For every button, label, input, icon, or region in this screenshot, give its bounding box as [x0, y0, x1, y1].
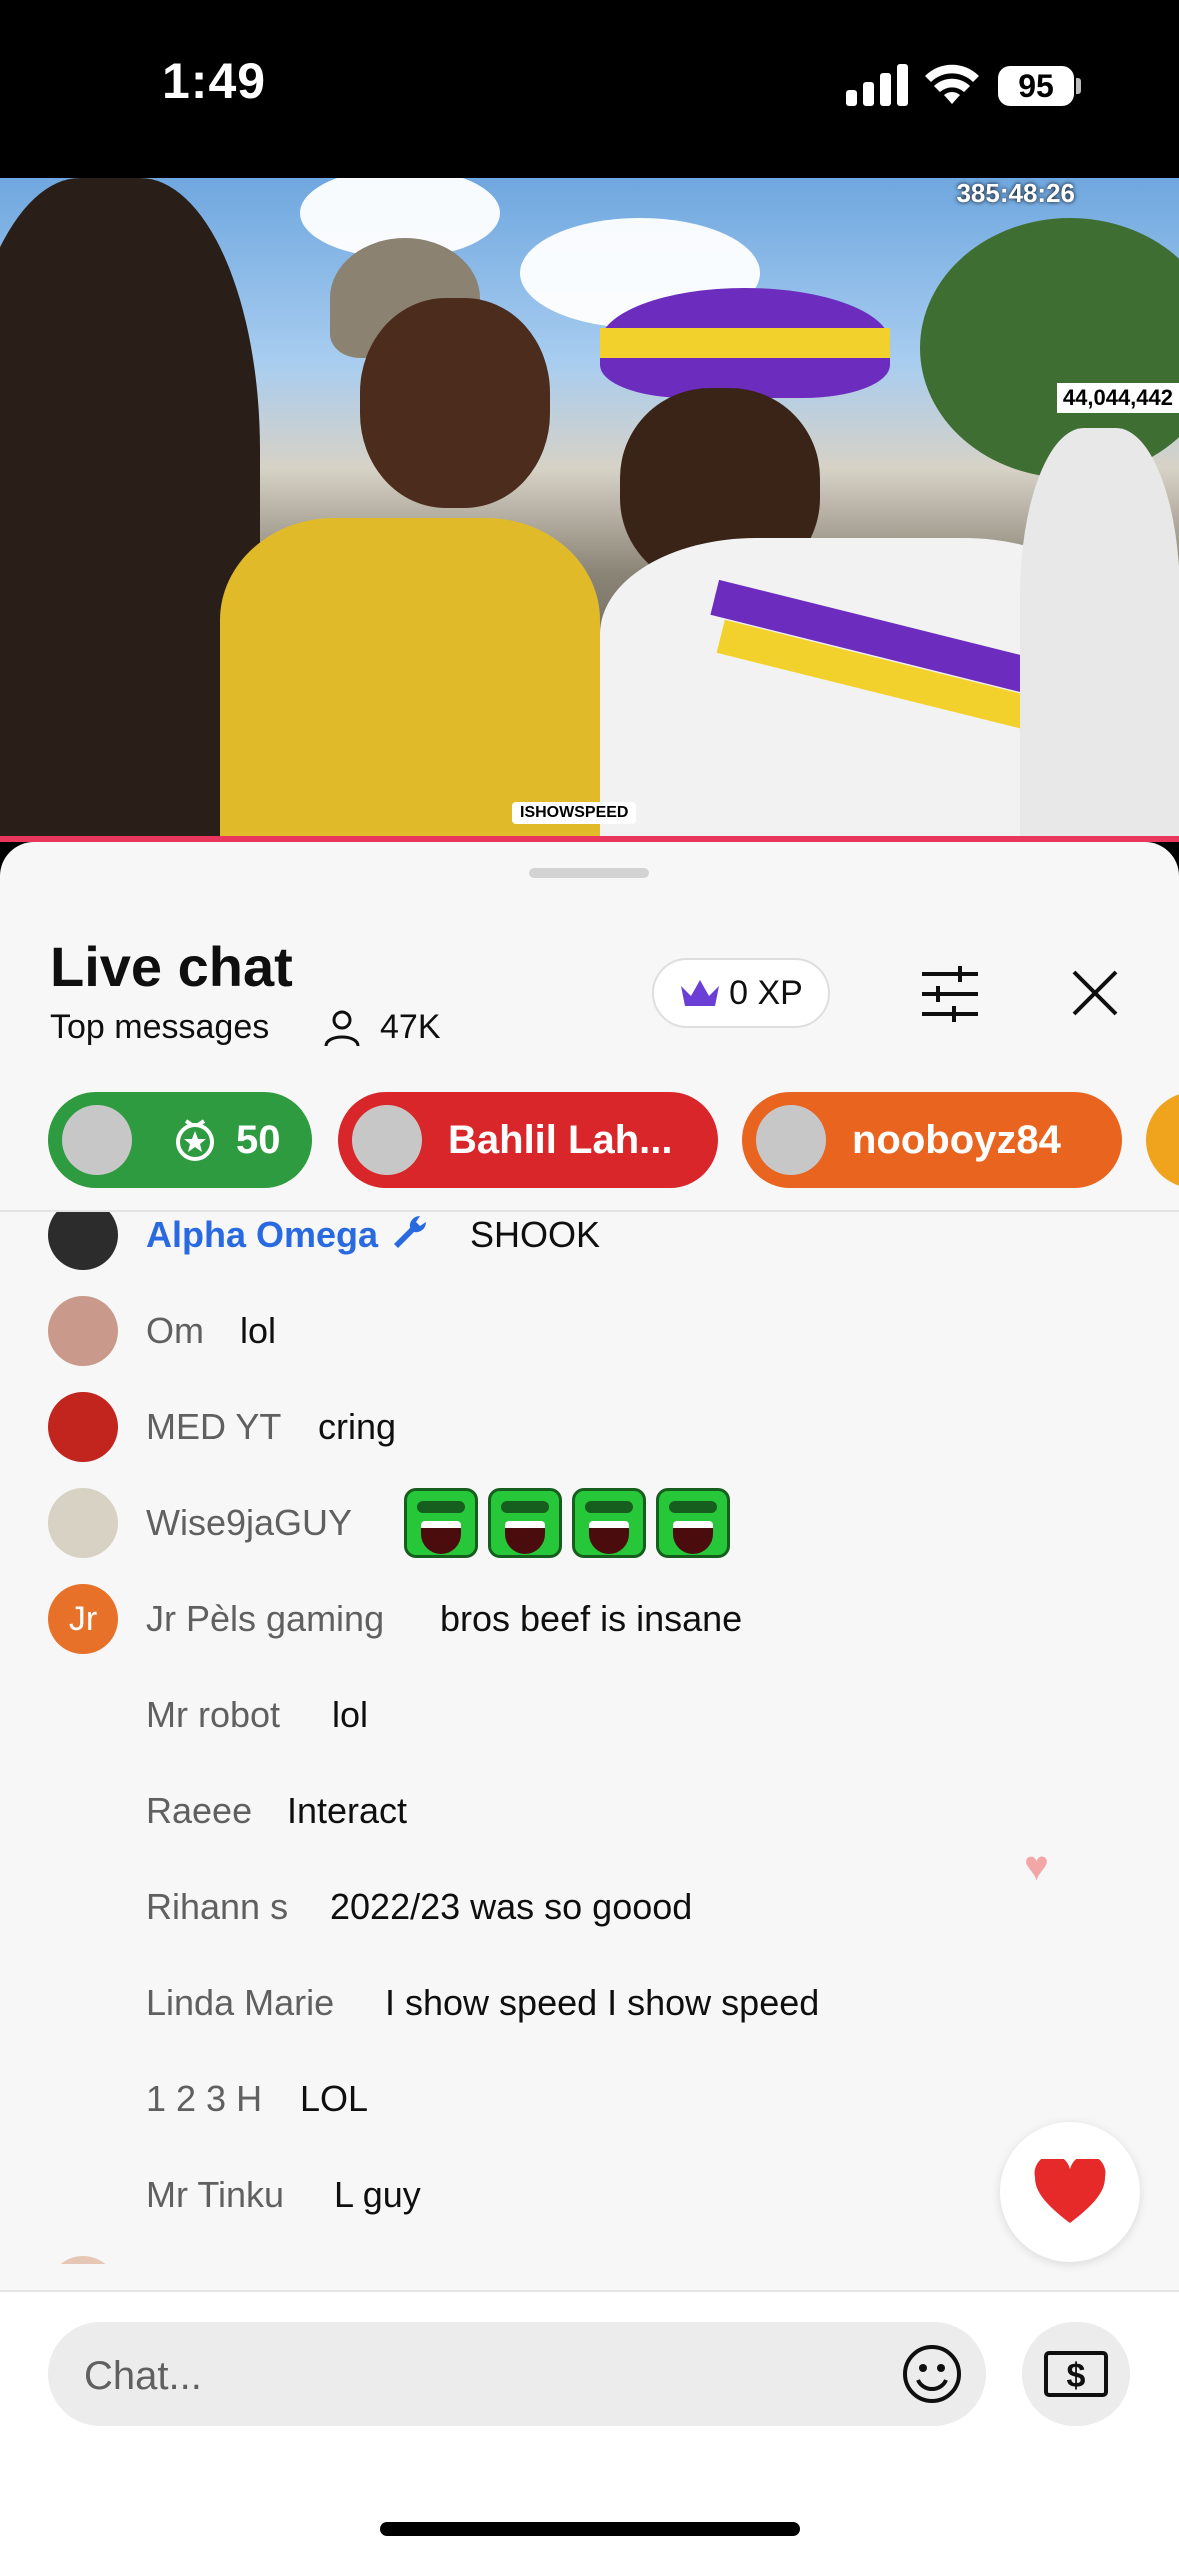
chat-title: Live chat [50, 935, 293, 998]
home-indicator [380, 2522, 800, 2536]
dollar-icon: $ [1044, 2351, 1108, 2397]
live-chat-sheet: Live chat Top messages 47K 0 XP 50 Bahli… [0, 842, 1179, 2556]
yellow-shirt [220, 518, 600, 838]
avatar [48, 2256, 118, 2264]
message-author[interactable]: Raeee [146, 1790, 252, 1832]
avatar [62, 1105, 132, 1175]
battery-tip [1076, 78, 1081, 94]
cellular-signal-icon [846, 64, 908, 106]
pinned-chip-1[interactable]: 50 [48, 1092, 312, 1188]
chat-message: Rihann s 2022/23 was so goood [0, 1854, 1179, 1950]
message-text: L guy [334, 2174, 421, 2215]
avatar [756, 1105, 826, 1175]
person-right [1020, 428, 1179, 838]
avatar [352, 1105, 422, 1175]
avatar [48, 1212, 118, 1270]
pinned-chip-2[interactable]: Bahlil Lah... [338, 1092, 718, 1188]
chat-input-bar: Chat... $ [0, 2290, 1179, 2556]
message-author[interactable]: Rihann s [146, 1886, 288, 1928]
chat-input-placeholder: Chat... [84, 2354, 202, 2398]
tree [920, 218, 1179, 478]
message-author[interactable]: Jr Pèls gaming [146, 1598, 384, 1640]
view-counter: 44,044,442 [1056, 383, 1179, 413]
laughing-emote-icon [656, 1488, 730, 1558]
message-text: cring [318, 1406, 397, 1447]
chip-label: Bahlil Lah... [448, 1117, 673, 1162]
laughing-emote-icon [488, 1488, 562, 1558]
chat-message-list[interactable]: Alpha Omega SHOOK Om lol MED YT cring Wi… [0, 1212, 1179, 2264]
tune-icon[interactable] [920, 966, 980, 1022]
message-text: I show speed I show speed [385, 1982, 820, 2023]
wrench-icon [394, 1215, 427, 1248]
hat-band [600, 328, 890, 358]
face [360, 298, 550, 508]
chat-message: booker_jr l [0, 2238, 1179, 2264]
status-time: 1:49 [162, 53, 267, 109]
message-author[interactable]: Linda Marie [146, 1982, 334, 2024]
pinned-chip-3[interactable]: nooboyz84 [742, 1092, 1122, 1188]
laughing-emote-icon [404, 1488, 478, 1558]
heart-icon [1034, 2159, 1106, 2223]
floating-heart-icon: ♥ [1024, 1842, 1049, 1889]
emoji-icon[interactable] [902, 2344, 962, 2404]
super-chat-button[interactable]: $ [1022, 2322, 1130, 2426]
chat-message: Om lol [0, 1278, 1179, 1374]
chat-message: Linda Marie I show speed I show speed [0, 1950, 1179, 2046]
chat-input[interactable]: Chat... [48, 2322, 986, 2426]
stream-timer: 385:48:26 [956, 178, 1075, 208]
battery-indicator: 95 [998, 66, 1074, 106]
avatar: Jr [48, 1584, 118, 1654]
avatar [48, 1392, 118, 1462]
avatar [48, 1488, 118, 1558]
crown-icon [681, 980, 720, 1006]
xp-button[interactable]: 0 XP [652, 958, 830, 1028]
chat-message: Jr Jr Pèls gaming bros beef is insane [0, 1566, 1179, 1662]
svg-text:$: $ [1067, 2357, 1086, 2395]
pinned-chip-4[interactable] [1146, 1092, 1179, 1188]
message-text: Interact [287, 1790, 408, 1831]
chat-message: Alpha Omega SHOOK [0, 1212, 1179, 1278]
close-icon[interactable] [1070, 968, 1120, 1018]
chat-mode-selector[interactable]: Top messages [50, 1008, 269, 1047]
status-bar: 1:49 95 [0, 0, 1179, 178]
gift-timer-icon [176, 1119, 214, 1161]
message-author[interactable]: Wise9jaGUY [146, 1502, 352, 1544]
like-reaction-button[interactable] [1000, 2122, 1140, 2262]
chat-message: Mr robot lol [0, 1662, 1179, 1758]
chip-label: nooboyz84 [852, 1117, 1061, 1162]
message-author[interactable]: Om [146, 1310, 204, 1352]
chat-message: Raeee Interact [0, 1758, 1179, 1854]
xp-label: 0 XP [729, 973, 803, 1012]
channel-watermark: ISHOWSPEED [512, 802, 637, 824]
person-icon [324, 1010, 360, 1047]
message-author[interactable]: MED YT [146, 1406, 281, 1448]
drag-handle[interactable] [529, 868, 649, 878]
video-player[interactable]: 385:48:26 44,044,442 ISHOWSPEED [0, 178, 1179, 838]
message-author[interactable]: Alpha Omega [146, 1214, 378, 1256]
laughing-emote-icon [572, 1488, 646, 1558]
chip-label: 50 [236, 1117, 281, 1162]
message-text: lol [240, 1310, 277, 1351]
message-text: lol [332, 1694, 369, 1735]
message-text: 2022/23 was so goood [330, 1886, 693, 1927]
message-text: bros beef is insane [440, 1598, 743, 1639]
message-text: SHOOK [470, 1214, 601, 1255]
chat-message: MED YT cring [0, 1374, 1179, 1470]
wifi-icon [925, 64, 979, 104]
message-author[interactable]: 1 2 3 H [146, 2078, 262, 2120]
message-author[interactable]: Mr Tinku [146, 2174, 284, 2216]
pinned-row: 50 Bahlil Lah... nooboyz84 [0, 1092, 1179, 1202]
viewer-count: 47K [380, 1008, 441, 1046]
avatar [48, 1296, 118, 1366]
message-text: LOL [300, 2078, 369, 2119]
chat-message: Wise9jaGUY [0, 1470, 1179, 1566]
message-author[interactable]: Mr robot [146, 1694, 280, 1736]
chat-message: 1 2 3 H LOL [0, 2046, 1179, 2142]
